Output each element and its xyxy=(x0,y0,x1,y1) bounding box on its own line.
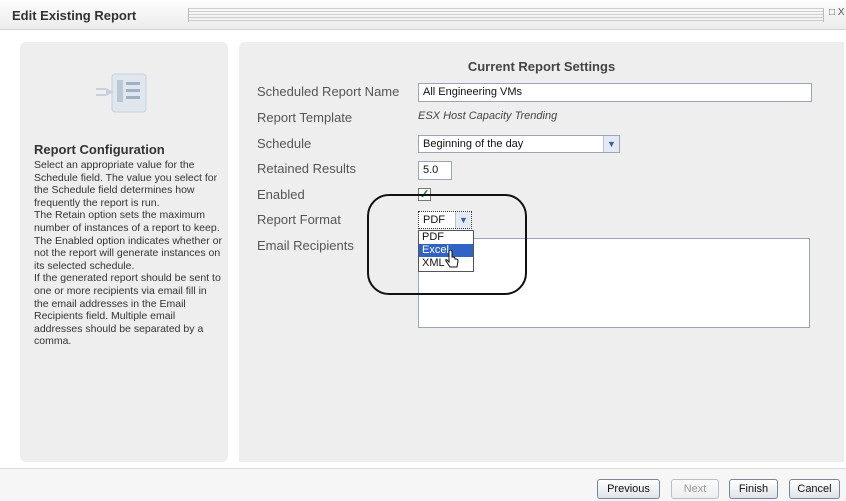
window-title: Edit Existing Report xyxy=(12,8,137,23)
email-recipients-label: Email Recipients xyxy=(257,238,354,253)
titlebar-grip xyxy=(188,8,824,22)
settings-heading: Current Report Settings xyxy=(467,59,616,74)
help-heading: Report Configuration xyxy=(34,142,165,157)
finish-button[interactable]: Finish xyxy=(729,479,778,499)
chevron-down-icon[interactable]: ▼ xyxy=(603,136,619,152)
cancel-button[interactable]: Cancel xyxy=(789,479,840,499)
schedule-label: Schedule xyxy=(257,136,312,151)
retained-results-input[interactable]: 5.0 xyxy=(418,161,452,180)
annotation-callout xyxy=(367,194,527,295)
hand-cursor-icon xyxy=(444,249,460,270)
footer-bar xyxy=(0,468,846,501)
schedule-selected-value: Beginning of the day xyxy=(423,138,524,150)
previous-button[interactable]: Previous xyxy=(597,479,660,499)
enabled-label: Enabled xyxy=(257,187,305,202)
report-template-label: Report Template xyxy=(257,110,353,125)
help-description: Select an appropriate value for the Sche… xyxy=(34,159,222,348)
retained-results-label: Retained Results xyxy=(257,161,356,176)
report-name-input[interactable]: All Engineering VMs xyxy=(418,83,812,102)
window-controls[interactable]: □ X xyxy=(829,7,845,18)
report-config-icon xyxy=(92,70,154,116)
help-panel: Report Configuration Select an appropria… xyxy=(20,42,228,462)
next-button[interactable]: Next xyxy=(671,479,719,499)
schedule-select[interactable]: Beginning of the day ▼ xyxy=(418,135,620,153)
report-template-value: ESX Host Capacity Trending xyxy=(418,110,558,122)
report-format-label: Report Format xyxy=(257,212,341,227)
report-name-label: Scheduled Report Name xyxy=(257,84,400,99)
window-titlebar[interactable]: Edit Existing Report □ X xyxy=(0,0,846,30)
